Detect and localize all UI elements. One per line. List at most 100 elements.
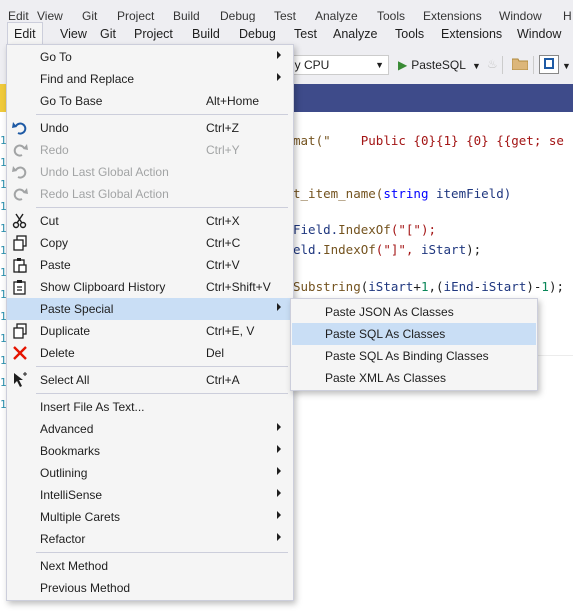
menu-item-label: Paste SQL As Binding Classes — [325, 349, 489, 363]
code-line: mat(" Public {0}{1} {0} {{get; se — [293, 133, 564, 148]
chevron-down-icon[interactable]: ▼ — [562, 61, 571, 71]
menu-item-label: Select All — [40, 373, 90, 387]
menu-item-go-to-base[interactable]: Go To Base Alt+Home — [7, 90, 293, 112]
menu-item-undo-last-global-action[interactable]: Undo Last Global Action — [7, 161, 293, 183]
code-token: iStart — [368, 279, 414, 294]
code-line: Field.IndexOf("["); — [293, 222, 436, 237]
play-icon: ▶ — [398, 58, 408, 72]
menu-test[interactable]: Test — [288, 22, 323, 46]
code-token: itemField) — [428, 186, 512, 201]
toolbar-separator — [533, 56, 534, 74]
menu-item-delete[interactable]: Delete Del — [7, 342, 293, 364]
code-token: Public {0}{1} {0} {{get; se — [330, 133, 564, 148]
menu-item-undo[interactable]: Undo Ctrl+Z — [7, 117, 293, 139]
menu-project[interactable]: Project — [128, 22, 179, 46]
menu-item-cut[interactable]: Cut Ctrl+X — [7, 210, 293, 232]
menu-item-redo-last-global-action[interactable]: Redo Last Global Action — [7, 183, 293, 205]
edit-menu-dropdown: Go To Find and Replace Go To Base Alt+Ho… — [6, 44, 294, 601]
code-token: iStart — [481, 279, 527, 294]
menu-item-previous-method[interactable]: Previous Method — [7, 577, 293, 599]
submenu-arrow-icon — [277, 51, 281, 59]
menu-item-paste-sql-as-binding-classes[interactable]: Paste SQL As Binding Classes — [292, 345, 536, 367]
toolbar-separator — [502, 56, 503, 74]
menu-build[interactable]: Build — [186, 22, 226, 46]
menu-item-multiple-carets[interactable]: Multiple Carets — [7, 506, 293, 528]
menu-edit[interactable]: Edit — [7, 22, 43, 46]
menu-item-paste-sql-as-classes[interactable]: Paste SQL As Classes — [292, 323, 536, 345]
folder-icon[interactable] — [512, 57, 528, 70]
duplicate-icon — [13, 323, 27, 339]
menu-item-insert-file-as-text[interactable]: Insert File As Text... — [7, 396, 293, 418]
code-line: t_item_name(string itemField) — [293, 186, 511, 201]
menu-item-duplicate[interactable]: Duplicate Ctrl+E, V — [7, 320, 293, 342]
menu-item-label: Duplicate — [40, 324, 91, 338]
menu-extensions[interactable]: Extensions — [435, 22, 508, 46]
menu-item-label: Undo — [40, 121, 69, 135]
menu-item-paste-special[interactable]: Paste Special — [7, 298, 293, 320]
submenu-arrow-icon — [277, 73, 281, 81]
menu-item-paste-xml-as-classes[interactable]: Paste XML As Classes — [292, 367, 536, 389]
menu-item-label: Cut — [40, 214, 59, 228]
scissors-icon — [12, 213, 27, 229]
menu-analyze[interactable]: Analyze — [327, 22, 383, 46]
start-debug-button[interactable]: ▶ PasteSQL — [398, 55, 466, 75]
menu-item-copy[interactable]: Copy Ctrl+C — [7, 232, 293, 254]
menu-item-shortcut: Ctrl+A — [206, 373, 240, 387]
menu-item-go-to[interactable]: Go To — [7, 46, 293, 68]
menu-item-label: Previous Method — [40, 581, 131, 595]
undo-global-icon — [12, 166, 27, 179]
ghost-menu-help: H — [563, 9, 572, 22]
menu-separator — [36, 393, 288, 394]
hot-reload-icon[interactable]: ♨ — [487, 57, 498, 71]
code-token: Field. — [293, 222, 339, 237]
code-token: iEnd — [443, 279, 474, 294]
menu-item-paste[interactable]: Paste Ctrl+V — [7, 254, 293, 276]
menu-debug[interactable]: Debug — [233, 22, 282, 46]
menu-item-shortcut: Ctrl+Y — [206, 143, 240, 157]
menu-item-redo[interactable]: Redo Ctrl+Y — [7, 139, 293, 161]
code-token: iStart — [420, 242, 467, 257]
menu-tools[interactable]: Tools — [389, 22, 430, 46]
menu-view[interactable]: View — [54, 22, 93, 46]
menu-item-intellisense[interactable]: IntelliSense — [7, 484, 293, 506]
submenu-arrow-icon — [277, 489, 281, 497]
paste-icon — [13, 258, 27, 273]
code-token: ,( — [428, 279, 444, 294]
ghost-menu-view: View — [37, 9, 63, 22]
menu-item-shortcut: Ctrl+V — [206, 258, 240, 272]
menu-item-bookmarks[interactable]: Bookmarks — [7, 440, 293, 462]
code-line: eld.IndexOf("]", iStart); — [293, 242, 481, 257]
code-token: ("["); — [390, 222, 436, 237]
menu-separator — [36, 114, 288, 115]
menu-item-shortcut: Ctrl+E, V — [206, 324, 255, 338]
menu-item-shortcut: Alt+Home — [206, 94, 260, 108]
submenu-arrow-icon — [277, 445, 281, 453]
menu-item-find-and-replace[interactable]: Find and Replace — [7, 68, 293, 90]
menu-item-paste-json-as-classes[interactable]: Paste JSON As Classes — [292, 301, 536, 323]
menu-separator — [36, 366, 288, 367]
menu-item-next-method[interactable]: Next Method — [7, 555, 293, 577]
menu-item-label: Go To Base — [40, 94, 103, 108]
menu-git[interactable]: Git — [94, 22, 122, 46]
menu-item-label: Insert File As Text... — [40, 400, 145, 414]
ghost-menu-git: Git — [82, 9, 98, 22]
chevron-down-icon[interactable]: ▼ — [472, 61, 481, 71]
chevron-down-icon: ▼ — [375, 60, 384, 70]
menu-window[interactable]: Window — [511, 22, 567, 46]
menu-item-select-all[interactable]: Select All Ctrl+A — [7, 369, 293, 391]
code-token: mat(" — [293, 133, 331, 148]
menu-item-advanced[interactable]: Advanced — [7, 418, 293, 440]
submenu-arrow-icon — [277, 303, 281, 311]
menu-item-label: Outlining — [40, 466, 88, 480]
menu-item-show-clipboard-history[interactable]: Show Clipboard History Ctrl+Shift+V — [7, 276, 293, 298]
delete-icon — [13, 346, 27, 360]
menu-item-refactor[interactable]: Refactor — [7, 528, 293, 550]
menu-item-shortcut: Ctrl+C — [206, 236, 241, 250]
menu-item-outlining[interactable]: Outlining — [7, 462, 293, 484]
ghost-menu-tools: Tools — [377, 9, 406, 22]
code-token: t_item_name( — [293, 186, 384, 201]
window-icon — [544, 58, 554, 69]
code-token: ); — [466, 242, 482, 257]
window-layout-button[interactable] — [539, 55, 559, 74]
platform-combo[interactable]: ny CPU ▼ — [283, 55, 389, 75]
